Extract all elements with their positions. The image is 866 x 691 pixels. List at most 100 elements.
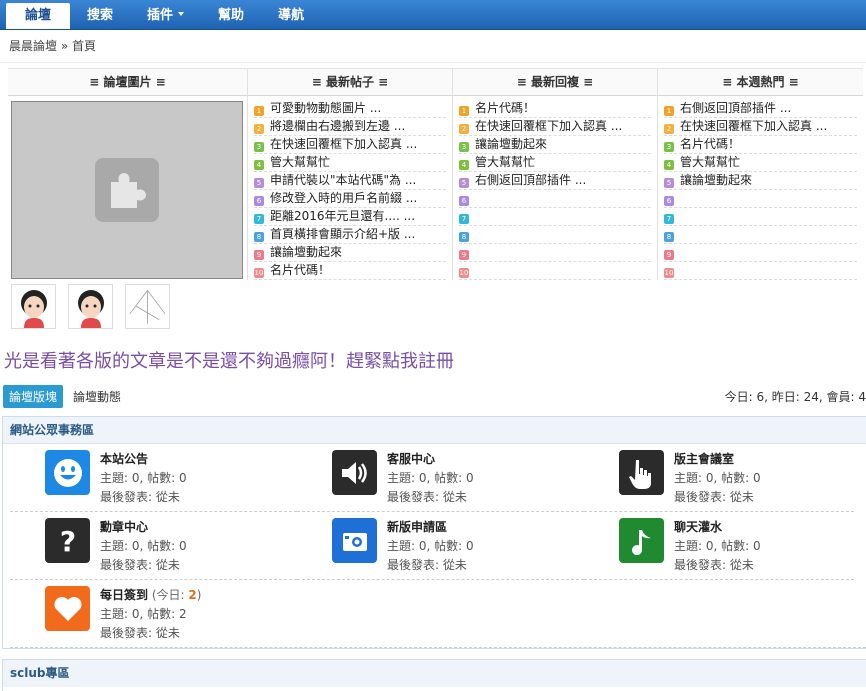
forum-board-topics: 主題: 0, 帖數: 0	[100, 471, 187, 485]
list-item[interactable]: 4 管大幫幫忙	[254, 154, 446, 172]
list-item: 9	[664, 244, 857, 262]
rank-number-icon: 6	[254, 196, 264, 206]
list-item[interactable]: 2 在快速回覆框下加入認真 ...	[459, 118, 651, 136]
breadcrumb: 晨晨論壇 » 首頁	[0, 30, 866, 63]
list-item[interactable]: 5 申請代裝以"本站代碼"為 ...	[254, 172, 446, 190]
rank-number-icon: 7	[459, 214, 469, 224]
rank-number-icon: 1	[664, 106, 674, 116]
rank-number-icon: 7	[664, 214, 674, 224]
list-item[interactable]: 2 在快速回覆框下加入認真 ...	[664, 118, 857, 136]
forum-board[interactable]: 聊天灌水 主題: 0, 帖數: 0 最後發表: 從未	[584, 512, 854, 580]
nav-tab-help[interactable]: 幫助	[201, 3, 261, 29]
image-thumbnails	[11, 284, 866, 329]
forum-board-name[interactable]: 勳章中心	[100, 520, 148, 534]
camera-icon[interactable]	[332, 518, 377, 563]
rank-number-icon: 4	[664, 160, 674, 170]
hand-icon[interactable]	[619, 450, 664, 495]
forum-board[interactable]: 新版申請區主題: 0, 帖數: 0 最後發表: 從未	[297, 512, 584, 580]
forum-board-last-post: 最後發表: 從未	[674, 490, 754, 504]
rank-number-icon: 9	[459, 250, 469, 260]
list-item[interactable]: 3 名片代碼！	[664, 136, 857, 154]
diagram-thumbnail[interactable]	[125, 284, 170, 329]
question-icon[interactable]: ?	[45, 518, 90, 563]
list-item-title: 名片代碼！	[680, 137, 741, 151]
today-number: 2	[188, 588, 197, 602]
forum-board-name[interactable]: 本站公告	[100, 452, 148, 466]
weekly-hot-list: 1 右側返回頂部插件 ... 2 在快速回覆框下加入認真 ... 3 名片代碼！ 4 管大幫幫…	[658, 96, 863, 280]
latest-replies-title: ≡ 最新回複 ≡	[453, 69, 657, 96]
rank-number-icon: 5	[664, 178, 674, 188]
latest-replies-column: ≡ 最新回複 ≡ 1 名片代碼！ 2 在快速回覆框下加入認真 ... 3 讓論壇動起來 4 管…	[453, 69, 658, 280]
register-promo-link[interactable]: 光是看著各版的文章是不是還不夠過癮阿！趕緊點我註冊	[4, 347, 866, 373]
smiley-icon[interactable]	[45, 450, 90, 495]
list-item[interactable]: 9 讓論壇動起來	[254, 244, 446, 262]
section-sclub-title[interactable]: sclub專區	[3, 660, 866, 687]
list-item-title: 在快速回覆框下加入認真 ...	[270, 137, 418, 151]
forum-board-topics: 主題: 0, 帖數: 0	[674, 539, 761, 553]
list-item[interactable]: 3 讓論壇動起來	[459, 136, 651, 154]
forum-board-topics: 主題: 0, 帖數: 2	[100, 607, 187, 621]
featured-image[interactable]	[11, 101, 243, 279]
list-item[interactable]: 6 修改登入時的用戶名前綴 ...	[254, 190, 446, 208]
tab-forum-boards[interactable]: 論壇版塊	[3, 384, 64, 408]
forum-board-info: 新版申請區主題: 0, 帖數: 0 最後發表: 從未	[387, 518, 474, 575]
nav-tab-guide[interactable]: 導航	[261, 3, 321, 29]
forum-board-name[interactable]: 版主會議室	[674, 452, 734, 466]
nav-tab-search[interactable]: 搜索	[70, 3, 130, 29]
list-item: 8	[664, 226, 857, 244]
rank-number-icon: 2	[254, 124, 264, 134]
list-item[interactable]: 3 在快速回覆框下加入認真 ...	[254, 136, 446, 154]
forum-board-info: 本站公告主題: 0, 帖數: 0 最後發表: 從未	[100, 450, 187, 507]
forum-board-topics: 主題: 0, 帖數: 0	[387, 539, 474, 553]
forum-board-last-post: 最後發表: 從未	[100, 490, 180, 504]
avatar-thumbnail[interactable]	[68, 284, 113, 329]
list-item-title: 可愛動物動態圖片 ...	[270, 101, 382, 115]
forum-board[interactable]: ? 勳章中心 主題: 0, 帖數: 0 最後發表: 從未	[10, 512, 297, 580]
forum-board[interactable]: 每日簽到 (今日: 2) 主題: 0, 帖數: 2 最後發表: 從未	[10, 580, 866, 648]
list-item-title: 將邊欄由右邊搬到左邊 ...	[270, 119, 406, 133]
heart-icon[interactable]	[45, 586, 90, 631]
forum-board[interactable]: 版主會議室 主題: 0, 帖數: 0 最後發表: 從未	[584, 444, 854, 512]
section-public-affairs: 網站公眾事務區 本站公告 主題: 0, 帖數: 0 最後發表: 從未 客服中心 主題: …	[2, 416, 866, 649]
list-item[interactable]: 5 讓論壇動起來	[664, 172, 857, 190]
list-item[interactable]: 1 名片代碼！	[459, 100, 651, 118]
list-item[interactable]: 1 右側返回頂部插件 ...	[664, 100, 857, 118]
rank-number-icon: 10	[459, 268, 469, 278]
forum-board[interactable]: 客服中心 主題: 0, 帖數: 0 最後發表: 從未	[297, 444, 584, 512]
list-item[interactable]: 7 距離2016年元旦還有.... ...	[254, 208, 446, 226]
list-item: 7	[664, 208, 857, 226]
top-navigation: 論壇 搜索 插件 幫助 導航	[0, 0, 866, 30]
rank-number-icon: 4	[254, 160, 264, 170]
list-item-title: 讓論壇動起來	[680, 173, 753, 187]
list-item[interactable]: 2 將邊欄由右邊搬到左邊 ...	[254, 118, 446, 136]
nav-tab-forum[interactable]: 論壇	[6, 3, 71, 29]
latest-posts-column: ≡ 最新帖子 ≡ 1 可愛動物動態圖片 ... 2 將邊欄由右邊搬到左邊 ... 3 在快…	[248, 69, 453, 280]
music-icon[interactable]	[619, 518, 664, 563]
rank-number-icon: 5	[459, 178, 469, 188]
tab-forum-activity[interactable]: 論壇動態	[73, 388, 121, 405]
forum-images-column: ≡ 論壇圖片 ≡	[8, 69, 248, 280]
list-item-title: 名片代碼！	[270, 263, 331, 277]
list-item[interactable]: 10 名片代碼！	[254, 262, 446, 280]
rank-number-icon: 1	[459, 106, 469, 116]
forum-board-name[interactable]: 客服中心	[387, 452, 435, 466]
forum-board[interactable]: 本站公告主題: 0, 帖數: 0 最後發表: 從未	[10, 444, 297, 512]
forum-board-name[interactable]: 新版申請區	[387, 520, 447, 534]
list-item[interactable]: 4 管大幫幫忙	[459, 154, 651, 172]
forum-board-name[interactable]: 每日簽到	[100, 588, 148, 602]
avatar-thumbnail[interactable]	[11, 284, 56, 329]
nav-tab-plugins[interactable]: 插件	[130, 3, 201, 29]
list-item[interactable]: 1 可愛動物動態圖片 ...	[254, 100, 446, 118]
list-item-title: 讓論壇動起來	[475, 137, 548, 151]
weekly-hot-title: ≡ 本週熱門 ≡	[658, 69, 863, 96]
list-item[interactable]: 4 管大幫幫忙	[664, 154, 857, 172]
forum-board-last-post: 最後發表: 從未	[387, 558, 467, 572]
list-item: 7	[459, 208, 651, 226]
section-public-affairs-title[interactable]: 網站公眾事務區	[3, 417, 866, 444]
speaker-icon[interactable]	[332, 450, 377, 495]
list-item[interactable]: 8 首頁橫排會顯示介紹+版 ...	[254, 226, 446, 244]
forum-board-name[interactable]: 聊天灌水	[674, 520, 722, 534]
list-item[interactable]: 5 右側返回頂部插件 ...	[459, 172, 651, 190]
forum-board-last-post: 最後發表: 從未	[387, 490, 467, 504]
breadcrumb-home[interactable]: 晨晨論壇	[9, 39, 57, 53]
